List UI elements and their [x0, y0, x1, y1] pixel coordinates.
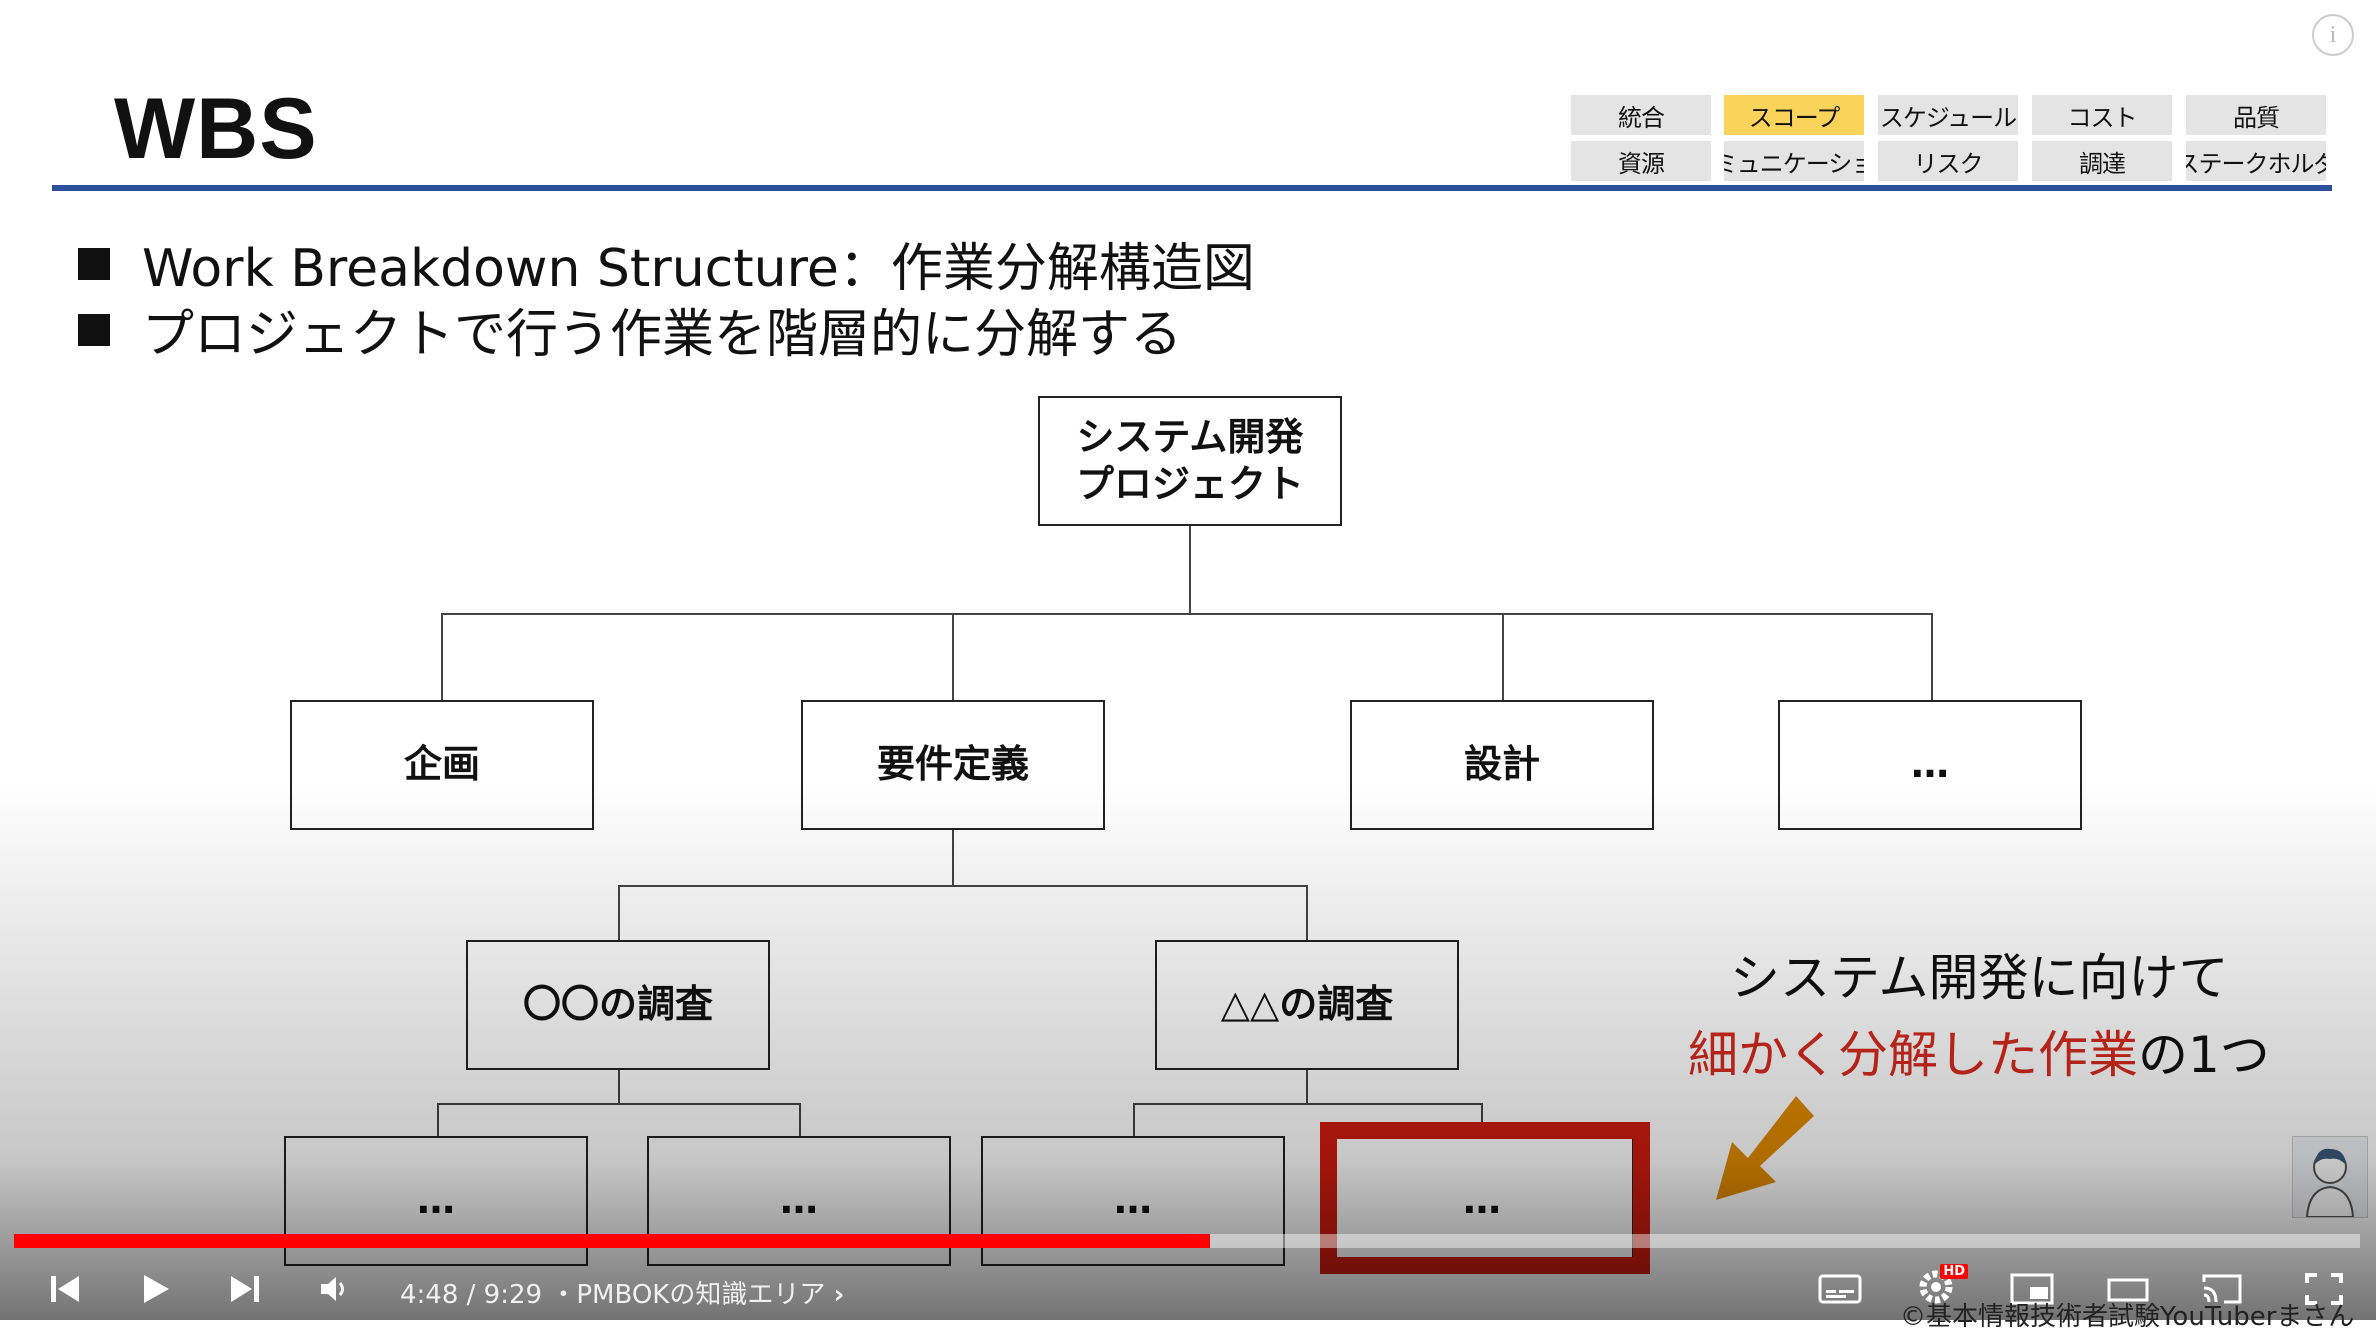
watermark: ©基本情報技術者試験YouTuberまさん: [1900, 1302, 2355, 1332]
pmbok-tab: リスク: [1878, 141, 2018, 181]
pmbok-tab: コミュニケーション: [1724, 141, 1864, 181]
annotation-line2: 細かく分解した作業の1つ: [1688, 1015, 2270, 1087]
annotation-line1: システム開発に向けて: [1730, 949, 2229, 1007]
bullet-square-icon: [78, 313, 110, 346]
highlight-box: [1320, 1122, 1650, 1274]
time-display: 4:48 / 9:29 ・PMBOKの知識エリア ›: [400, 1274, 844, 1311]
bullet-square-icon: [78, 247, 110, 280]
subtitles-icon[interactable]: [1816, 1268, 1864, 1310]
bullet-text: プロジェクトで行う作業を階層的に分解する: [142, 305, 1183, 365]
volume-icon[interactable]: [314, 1268, 356, 1310]
time-separator: ・: [550, 1280, 577, 1310]
wbs-node: 要件定義: [801, 700, 1105, 830]
annotation-emphasis: 細かく分解した作業: [1688, 1026, 2138, 1084]
time-current-duration: 4:48 / 9:29: [400, 1280, 543, 1310]
wbs-node: 〇〇の調査: [466, 940, 770, 1070]
info-icon[interactable]: i: [2312, 14, 2354, 56]
bullet-item: Work Breakdown Structure：作業分解構造図: [78, 226, 1255, 301]
presenter-avatar: [2292, 1136, 2368, 1218]
wbs-node: …: [1778, 700, 2082, 830]
video-frame[interactable]: i WBS 統合 スコープ スケジュール コスト 品質 資源 コミュニケーション…: [0, 0, 2376, 1320]
wbs-node: 企画: [290, 700, 594, 830]
bullet-item: プロジェクトで行う作業を階層的に分解する: [78, 292, 1182, 367]
bullet-text: Work Breakdown Structure：作業分解構造図: [142, 239, 1255, 299]
chevron-right-icon[interactable]: ›: [834, 1280, 845, 1310]
next-icon[interactable]: [224, 1268, 266, 1310]
title-rule: [52, 185, 2332, 191]
wbs-root-node: システム開発 プロジェクト: [1038, 396, 1342, 526]
pmbok-tab: コスト: [2032, 95, 2172, 135]
hd-badge: HD: [1940, 1264, 1968, 1279]
pmbok-tab: ステークホルダ: [2186, 141, 2326, 181]
chapter-title[interactable]: PMBOKの知識エリア: [576, 1280, 825, 1310]
pmbok-tab: 資源: [1571, 141, 1711, 181]
pmbok-tab: スケジュール: [1878, 95, 2018, 135]
pmbok-tab-active: スコープ: [1724, 95, 1864, 135]
previous-icon[interactable]: [44, 1268, 86, 1310]
annotation-rest: の1つ: [2138, 1026, 2270, 1084]
pmbok-tab: 調達: [2032, 141, 2172, 181]
slide-title: WBS: [114, 81, 318, 177]
wbs-node: △△の調査: [1155, 940, 1459, 1070]
wbs-node: 設計: [1350, 700, 1654, 830]
pmbok-tab: 品質: [2186, 95, 2326, 135]
play-icon[interactable]: [134, 1268, 176, 1310]
progress-played: [14, 1234, 1211, 1248]
arrow-icon: [1716, 1096, 1814, 1200]
pmbok-tab: 統合: [1571, 95, 1711, 135]
